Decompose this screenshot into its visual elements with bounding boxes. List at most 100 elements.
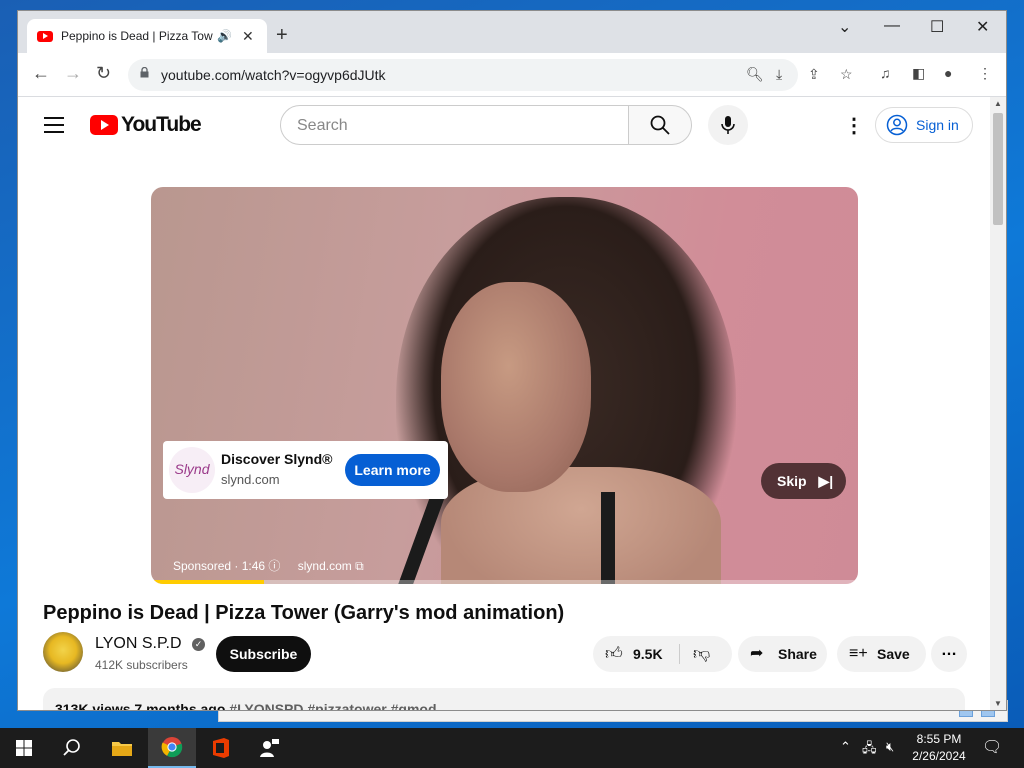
media-control-icon[interactable]: ♫	[880, 65, 891, 81]
start-button[interactable]	[0, 728, 48, 768]
voice-search-button[interactable]	[708, 105, 748, 145]
like-count[interactable]: 9.5K	[633, 636, 663, 672]
video-player[interactable]: Slynd Discover Slynd® slynd.com Learn mo…	[151, 187, 858, 584]
chrome-taskbar-item[interactable]	[148, 728, 196, 768]
like-icon[interactable]: 👍︎	[605, 636, 623, 672]
youtube-page: YouTube Search ⋮ Sign in Slynd Discover …	[18, 97, 990, 711]
share-button[interactable]: ➦ Share	[738, 636, 827, 672]
page-scrollbar[interactable]: ▲ ▼	[990, 97, 1006, 710]
search-button[interactable]	[628, 105, 692, 145]
tab-strip: Peppino is Dead | Pizza Tower (Garry's m…	[18, 11, 1006, 53]
speaker-icon[interactable]: 🔊	[217, 29, 232, 43]
verified-check-icon: ✓	[192, 638, 206, 651]
show-hidden-icons-icon[interactable]: ⌃	[840, 739, 851, 755]
sign-in-button[interactable]: Sign in	[875, 107, 973, 143]
advertiser-name[interactable]: Discover Slynd®	[221, 451, 332, 467]
back-button[interactable]: ←	[32, 63, 50, 84]
playlist-add-icon: ≡+	[849, 645, 868, 662]
ad-card[interactable]: Slynd Discover Slynd® slynd.com Learn mo…	[163, 441, 448, 499]
channel-name-row[interactable]: LYON S.P.D ✓	[95, 635, 206, 653]
subscribe-button[interactable]: Subscribe	[216, 636, 311, 672]
dislike-icon[interactable]: 👎︎	[693, 636, 710, 672]
ad-progress-bar[interactable]	[151, 580, 858, 584]
zoom-search-icon[interactable]: 🔍︎	[746, 66, 764, 83]
channel-name[interactable]: LYON S.P.D	[95, 635, 182, 652]
skip-ad-button[interactable]: Skip ▶︎|	[761, 463, 846, 499]
guide-menu-icon[interactable]	[44, 117, 64, 138]
save-label: Save	[877, 646, 910, 662]
browser-tab[interactable]: Peppino is Dead | Pizza Tower (Garry's m…	[27, 19, 267, 53]
ad-video-frame-face	[441, 282, 591, 492]
close-tab-icon[interactable]: ✕	[242, 28, 254, 45]
minimize-button[interactable]: —	[884, 17, 900, 35]
url-text[interactable]: youtube.com/watch?v=ogyvp6dJUtk	[161, 67, 386, 83]
microphone-icon	[721, 116, 735, 134]
settings-more-icon[interactable]: ⋮	[844, 113, 864, 138]
advertiser-logo: Slynd	[169, 447, 215, 493]
forward-button[interactable]: →	[64, 63, 82, 84]
side-panel-icon[interactable]: ◧	[912, 65, 925, 82]
share-label: Share	[778, 646, 817, 662]
channel-avatar[interactable]	[43, 632, 83, 672]
clock-date: 2/26/2024	[912, 749, 966, 763]
advertiser-url[interactable]: slynd.com	[221, 472, 280, 487]
more-actions-button[interactable]: …	[931, 636, 967, 672]
youtube-wordmark: YouTube	[121, 113, 202, 136]
description-meta: 313K views 7 months ago #LYONSPD #pizzat…	[55, 701, 437, 711]
youtube-play-icon	[90, 115, 118, 135]
people-taskbar-item[interactable]	[246, 728, 294, 768]
scroll-down-arrow-icon[interactable]: ▼	[994, 699, 1002, 708]
view-count: 313K views	[55, 701, 131, 711]
taskbar-search-button[interactable]	[48, 728, 96, 768]
scroll-up-arrow-icon[interactable]: ▲	[994, 99, 1002, 108]
system-clock[interactable]: 8:55 PM 2/26/2024	[906, 731, 972, 765]
ad-progress-fill	[151, 580, 265, 584]
chrome-menu-icon[interactable]: ⋮	[978, 65, 992, 82]
address-bar[interactable]: youtube.com/watch?v=ogyvp6dJUtk 🔍︎ ⤓ ⇪ ☆	[128, 59, 853, 91]
info-icon[interactable]: ⓘ	[268, 559, 280, 573]
youtube-favicon-icon	[37, 30, 53, 42]
browser-toolbar: ← → ↻ youtube.com/watch?v=ogyvp6dJUtk 🔍︎…	[18, 53, 1006, 97]
video-title: Peppino is Dead | Pizza Tower (Garry's m…	[43, 602, 565, 624]
search-icon	[650, 115, 670, 135]
skip-next-icon: ▶︎|	[818, 473, 834, 489]
description-box[interactable]: 313K views 7 months ago #LYONSPD #pizzat…	[43, 688, 965, 711]
ad-video-frame-strap	[601, 492, 615, 584]
save-button[interactable]: ≡+ Save	[837, 636, 926, 672]
hashtags[interactable]: #LYONSPD #pizzatower #gmod	[229, 701, 436, 710]
install-app-icon[interactable]: ⤓	[776, 66, 782, 83]
new-tab-button[interactable]: +	[276, 24, 288, 47]
upload-age: 7 months ago	[134, 701, 226, 711]
share-page-icon[interactable]: ⇪	[808, 66, 820, 83]
search-input[interactable]: Search	[280, 105, 629, 145]
action-center-icon[interactable]: 🗨︎	[982, 737, 1002, 757]
like-divider	[679, 644, 680, 664]
external-link-icon: ⧉	[355, 559, 364, 573]
office-taskbar-item[interactable]	[197, 728, 245, 768]
chrome-window: Peppino is Dead | Pizza Tower (Garry's m…	[17, 10, 1007, 711]
learn-more-button[interactable]: Learn more	[345, 454, 440, 486]
windows-taskbar: ⌃ 🖧︎ 🔇︎ 8:55 PM 2/26/2024 🗨︎	[0, 728, 1024, 768]
folder-icon	[112, 742, 132, 756]
volume-muted-icon[interactable]: 🔇︎	[886, 739, 894, 755]
search-placeholder: Search	[297, 117, 348, 134]
scrollbar-thumb[interactable]	[993, 113, 1003, 225]
sponsored-info: Sponsored · 1:46 ⓘ slynd.com ⧉	[173, 557, 364, 574]
people-icon	[260, 739, 279, 757]
profile-icon[interactable]: ●	[944, 65, 952, 81]
office-icon	[213, 738, 229, 758]
account-icon	[886, 114, 908, 136]
file-explorer-taskbar-item[interactable]	[98, 728, 146, 768]
search-icon	[63, 739, 80, 756]
share-arrow-icon: ➦	[750, 645, 764, 662]
network-icon[interactable]: 🖧︎	[862, 739, 877, 761]
maximize-button[interactable]: ☐	[930, 17, 944, 37]
reload-button[interactable]: ↻	[96, 63, 111, 84]
tab-search-icon[interactable]: ⌄	[838, 17, 851, 37]
skip-label: Skip	[777, 473, 807, 489]
youtube-logo[interactable]: YouTube	[90, 113, 202, 137]
sign-in-label: Sign in	[916, 117, 959, 133]
sponsored-link[interactable]: slynd.com	[298, 559, 352, 573]
close-window-button[interactable]: ✕	[976, 17, 989, 37]
bookmark-star-icon[interactable]: ☆	[840, 66, 853, 83]
